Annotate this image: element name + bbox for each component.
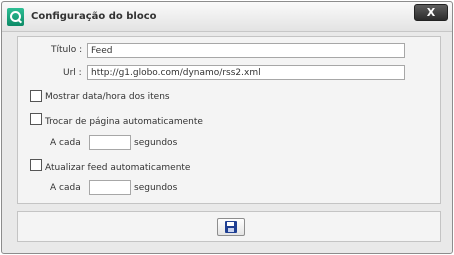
dialog-title: Configuração do bloco: [31, 11, 157, 22]
segundos-label-1: segundos: [134, 138, 178, 148]
save-button[interactable]: [217, 218, 245, 236]
settings-panel: Título : Url : Mostrar data/hora dos ite…: [17, 36, 441, 204]
dialog-titlebar[interactable]: Configuração do bloco X: [2, 2, 452, 32]
atualizar-feed-label: Atualizar feed automaticamente: [45, 163, 191, 173]
url-label: Url :: [63, 68, 82, 78]
close-button[interactable]: X: [414, 4, 448, 21]
a-cada-label-1: A cada: [50, 138, 81, 148]
floppy-disk-icon: [225, 221, 237, 233]
dialog-footer: [17, 211, 441, 242]
a-cada-label-2: A cada: [50, 183, 81, 193]
segundos-label-2: segundos: [134, 183, 178, 193]
trocar-interval-input[interactable]: [89, 135, 131, 150]
atualizar-feed-checkbox[interactable]: [30, 159, 42, 171]
atualizar-interval-input[interactable]: [89, 180, 131, 195]
config-dialog: Configuração do bloco X Título : Url : M…: [1, 1, 453, 254]
mostrar-data-checkbox[interactable]: [30, 90, 42, 102]
trocar-pagina-label: Trocar de página automaticamente: [45, 117, 203, 127]
trocar-pagina-checkbox[interactable]: [30, 113, 42, 125]
titulo-label: Título :: [51, 45, 83, 55]
mostrar-data-label: Mostrar data/hora dos itens: [45, 92, 170, 102]
titulo-input[interactable]: [87, 43, 405, 58]
url-input[interactable]: [87, 65, 405, 80]
app-logo-icon: [7, 8, 24, 26]
